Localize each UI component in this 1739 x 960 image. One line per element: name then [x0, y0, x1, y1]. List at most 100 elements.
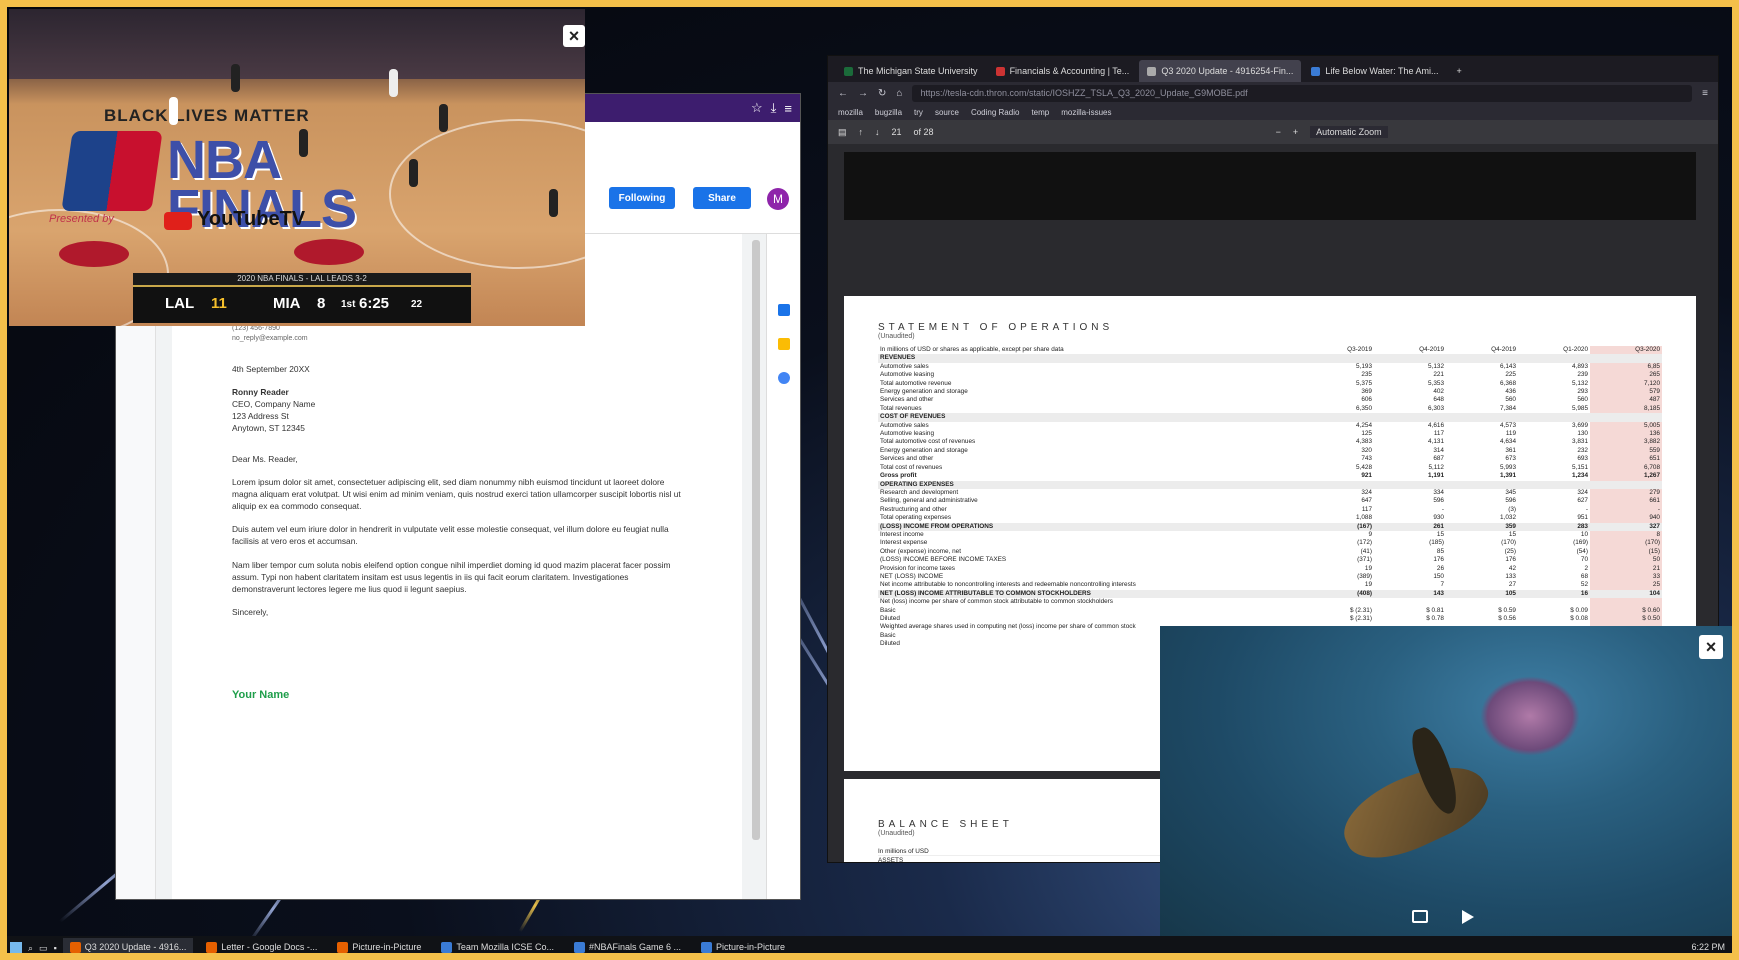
star-icon[interactable]: ☆ — [751, 100, 763, 116]
tab-label: Financials & Accounting | Te... — [1009, 66, 1130, 76]
home-icon[interactable]: ⌂ — [896, 88, 902, 99]
page-number-input[interactable]: 21 — [892, 127, 902, 137]
zoom-in-icon[interactable]: + — [1293, 127, 1298, 137]
sidebar-toggle-icon[interactable]: ▤ — [838, 127, 847, 138]
series-status: 2020 NBA FINALS - LAL LEADS 3-2 — [133, 273, 471, 285]
file-explorer-icon[interactable]: ▪ — [54, 943, 57, 953]
row-value — [1590, 480, 1662, 489]
firefox-icon — [337, 941, 349, 953]
row-value: 327 — [1590, 522, 1662, 531]
taskbar-label: Picture-in-Picture — [352, 942, 422, 952]
tab-michigan[interactable]: The Michigan State University — [836, 60, 986, 82]
statement-row: Interest expense (172) (185) (170) (169) (170… — [878, 539, 1662, 548]
row-value — [1590, 413, 1662, 422]
reload-icon[interactable]: ↻ — [878, 88, 886, 99]
row-value: 361 — [1505, 446, 1516, 454]
row-value: - — [1441, 505, 1444, 513]
search-icon[interactable]: ⌕ — [28, 943, 33, 954]
row-value: 345 — [1505, 488, 1516, 496]
play-icon[interactable] — [1462, 910, 1474, 924]
arena-stands — [9, 9, 585, 79]
row-value: 21 — [1590, 564, 1662, 573]
row-label: Other (expense) income, net — [880, 547, 961, 555]
forward-icon[interactable]: → — [858, 88, 868, 99]
statement-table: In millions of USD or shares as applicab… — [878, 346, 1662, 649]
finals-logo-line: NBA — [167, 130, 282, 190]
row-value: 16 — [1518, 589, 1590, 599]
url-bar[interactable]: https://tesla-cdn.thron.com/static/IOSHZ… — [912, 84, 1693, 102]
row-value — [1518, 598, 1590, 606]
menu-icon[interactable]: ≡ — [1702, 88, 1708, 99]
bookmark-item[interactable]: temp — [1031, 108, 1049, 117]
row-value: 560 — [1577, 396, 1588, 404]
taskbar-item-team[interactable]: Team Mozilla ICSE Co... — [434, 938, 561, 958]
row-value: 579 — [1590, 388, 1662, 397]
menu-icon[interactable]: ≡ — [784, 101, 792, 116]
windows-start-icon[interactable] — [10, 942, 22, 954]
keep-icon[interactable] — [777, 338, 790, 350]
bookmark-item[interactable]: Coding Radio — [971, 108, 1019, 117]
zoom-select[interactable]: Automatic Zoom — [1310, 126, 1388, 138]
row-value: 1,391 — [1500, 472, 1516, 480]
close-icon[interactable]: × — [1699, 635, 1723, 659]
row-value: 130 — [1577, 430, 1588, 438]
row-value: 3,831 — [1572, 438, 1588, 446]
calendar-icon[interactable] — [777, 304, 790, 316]
taskbar-item-pip2[interactable]: Picture-in-Picture — [694, 938, 792, 958]
turtle-picture-in-picture[interactable]: × — [1160, 626, 1732, 948]
bookmark-item[interactable]: bugzilla — [875, 108, 902, 117]
taskbar-item-nba[interactable]: #NBAFinals Game 6 ... — [567, 938, 688, 958]
row-value: 176 — [1433, 556, 1444, 564]
row-value — [1374, 480, 1446, 489]
document-page[interactable]: 123 Your Street Your City, ST 12345 (123… — [172, 234, 742, 899]
back-icon[interactable]: ← — [838, 88, 848, 99]
statement-row: Total cost of revenues 5,428 5,112 5,993 5,1… — [878, 463, 1662, 473]
row-value — [1374, 413, 1446, 422]
tab-life-below-water[interactable]: Life Below Water: The Ami... — [1303, 60, 1446, 82]
taskbar-item-firefox[interactable]: Q3 2020 Update - 4916... — [62, 938, 194, 958]
column-header: Q4-2019 — [1491, 346, 1516, 353]
task-view-icon[interactable]: ▭ — [39, 943, 48, 954]
new-tab-button[interactable]: + — [1448, 60, 1469, 82]
tab-q3-update[interactable]: Q3 2020 Update - 4916254-Fin... — [1139, 60, 1302, 82]
row-value: 687 — [1433, 455, 1444, 463]
prev-page-icon[interactable]: ↑ — [859, 127, 864, 137]
docs-scrollbar[interactable] — [752, 240, 760, 840]
taskbar-item-pip[interactable]: Picture-in-Picture — [330, 938, 428, 958]
row-value: 8 — [1590, 530, 1662, 540]
following-button[interactable]: Following — [609, 187, 675, 209]
row-value: 293 — [1577, 388, 1588, 396]
captions-icon[interactable] — [1412, 910, 1428, 923]
statement-row: REVENUES — [878, 354, 1662, 363]
tab-favicon-icon — [844, 66, 853, 76]
team1-abbr: LAL — [165, 295, 195, 312]
youtube-tv-text: YouTubeTV — [197, 208, 306, 230]
bookmark-item[interactable]: try — [914, 108, 923, 117]
nba-logo-icon — [61, 131, 163, 211]
statement-row: Total automotive cost of revenues 4,383 4,… — [878, 438, 1662, 447]
share-button[interactable]: Share — [693, 187, 751, 209]
bookmark-item[interactable]: mozilla-issues — [1061, 108, 1111, 117]
row-value: $ 0.60 — [1590, 606, 1662, 615]
tab-financials[interactable]: Financials & Accounting | Te... — [988, 60, 1138, 82]
bookmark-item[interactable]: mozilla — [838, 108, 863, 117]
row-value: 5,985 — [1572, 404, 1588, 412]
row-value: (167) — [1302, 522, 1374, 531]
statement-row: Automotive sales 5,193 5,132 6,143 4,893 6,85 — [878, 362, 1662, 372]
close-icon[interactable]: × — [563, 25, 585, 47]
download-icon[interactable]: ⤓ — [771, 100, 777, 116]
row-label: Total automotive cost of revenues — [880, 438, 976, 446]
zoom-out-icon[interactable]: − — [1276, 127, 1281, 137]
row-value: 225 — [1505, 371, 1516, 379]
quarter: 1st — [341, 299, 356, 310]
row-label: Energy generation and storage — [880, 446, 968, 454]
signature: Your Name — [232, 689, 290, 702]
next-page-icon[interactable]: ↓ — [875, 127, 880, 137]
row-value: (170) — [1501, 539, 1516, 547]
avatar[interactable]: M — [767, 188, 789, 210]
taskbar-item-docs[interactable]: Letter - Google Docs -... — [199, 938, 324, 958]
row-value: 265 — [1590, 371, 1662, 380]
nba-picture-in-picture[interactable]: BLACK LIVES MATTER NBA FINALS Presented … — [9, 9, 585, 326]
bookmark-item[interactable]: source — [935, 108, 959, 117]
tasks-icon[interactable] — [777, 372, 790, 384]
